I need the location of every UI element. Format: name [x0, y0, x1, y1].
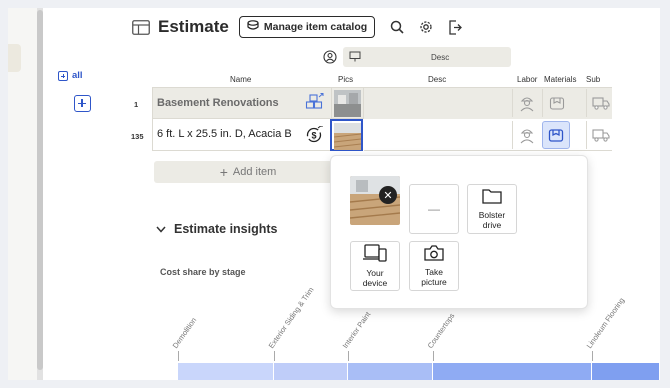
gear-icon[interactable]: [418, 19, 434, 35]
estimate-app: Estimate Manage item catalog Desc all Na…: [8, 8, 660, 380]
labor-worker-icon[interactable]: [512, 121, 540, 149]
pic-cell-selected[interactable]: [330, 119, 363, 151]
table-row[interactable]: Basement Renovations: [152, 87, 332, 119]
insights-title: Estimate insights: [174, 222, 278, 236]
manage-item-catalog-button[interactable]: Manage item catalog: [238, 16, 376, 38]
bar-segment: [178, 363, 274, 380]
person-circle-icon[interactable]: [322, 49, 338, 65]
device-icon: [363, 244, 387, 264]
dash-label: —: [428, 202, 440, 216]
bolster-drive-label-1: Bolster: [478, 210, 506, 220]
your-device-button[interactable]: Your device: [350, 241, 400, 291]
add-item-button[interactable]: + Add item: [154, 161, 342, 183]
add-row-button[interactable]: [74, 95, 91, 112]
bar-segment: [433, 363, 592, 380]
row-name: Basement Renovations: [157, 97, 279, 109]
stage-label: Interior Paint: [340, 309, 373, 350]
stage-tick: [274, 351, 275, 361]
table-icon: [132, 19, 150, 35]
take-picture-button[interactable]: Take picture: [409, 241, 459, 291]
column-header-sub[interactable]: Sub: [586, 75, 600, 84]
stage-tick: [433, 351, 434, 361]
empty-photo-tile[interactable]: —: [409, 184, 459, 234]
plus-icon: +: [219, 164, 228, 180]
chevron-down-icon: [156, 222, 166, 236]
catalog-button-label: Manage item catalog: [263, 21, 368, 33]
dollar-sync-icon[interactable]: $: [305, 124, 323, 144]
sub-truck-icon[interactable]: [586, 89, 614, 117]
add-item-label: Add item: [232, 166, 277, 178]
row-name: 6 ft. L x 25.5 in. D, Acacia B: [157, 128, 292, 140]
folder-icon: [482, 188, 502, 206]
export-icon[interactable]: [447, 19, 463, 35]
column-header-materials[interactable]: Materials: [544, 75, 576, 84]
title-row: Estimate Manage item catalog: [132, 14, 476, 40]
stage-label: Exterior Siding & Trim: [266, 285, 316, 350]
column-header-name[interactable]: Name: [230, 75, 251, 84]
row-detail-cells: [364, 87, 612, 151]
cost-share-label: Cost share by stage: [160, 267, 246, 277]
desc-header-label: Desc: [431, 52, 450, 62]
your-device-label-2: device: [362, 278, 388, 288]
take-picture-label-1: Take: [425, 267, 443, 277]
row-number: 135: [131, 132, 144, 141]
search-icon[interactable]: [389, 19, 405, 35]
bar-segment: [592, 363, 660, 380]
page-title: Estimate: [158, 17, 229, 36]
left-panel-tab[interactable]: [8, 44, 21, 72]
bar-segment: [274, 363, 348, 380]
labor-worker-icon[interactable]: [512, 89, 540, 117]
presentation-icon: [349, 51, 361, 64]
stage-label: Linoleum Flooring: [584, 295, 627, 350]
camera-icon: [424, 245, 444, 263]
bar-segment: [348, 363, 433, 380]
close-icon[interactable]: ✕: [379, 186, 397, 204]
svg-text:$: $: [311, 131, 316, 141]
basement-photo-thumbnail: [334, 90, 361, 117]
your-device-label-1: Your: [366, 268, 384, 278]
sub-truck-icon[interactable]: [586, 121, 614, 149]
stage-tick: [178, 351, 179, 361]
stage-tick: [348, 351, 349, 361]
estimate-insights-toggle[interactable]: Estimate insights: [156, 222, 278, 236]
column-header-desc[interactable]: Desc: [428, 75, 446, 84]
scrollbar-thumb[interactable]: [37, 10, 43, 370]
catalog-icon: [247, 20, 259, 34]
stage-label: Demolition: [170, 315, 199, 350]
cost-share-bar: [178, 363, 660, 380]
stage-tick: [592, 351, 593, 361]
bolster-drive-label-2: drive: [482, 220, 502, 230]
expand-all-icon: [58, 70, 68, 81]
select-all-toggle[interactable]: all: [58, 70, 83, 81]
row-number: 1: [134, 100, 139, 109]
column-header-labor[interactable]: Labor: [517, 75, 537, 84]
materials-box-icon-active[interactable]: [542, 121, 570, 149]
take-picture-label-2: picture: [421, 277, 447, 287]
all-label: all: [72, 70, 83, 81]
desc-header-tab[interactable]: Desc: [343, 47, 511, 67]
column-header-pics[interactable]: Pics: [338, 75, 353, 84]
bolster-drive-button[interactable]: Bolster drive: [467, 184, 517, 234]
stage-label: Countertops: [425, 311, 457, 350]
materials-box-icon[interactable]: [542, 89, 570, 117]
photo-picker-popover: ✕ — Bolster drive Your device Take pictu…: [330, 155, 588, 309]
boxes-icon[interactable]: [305, 93, 325, 113]
table-row[interactable]: 6 ft. L x 25.5 in. D, Acacia B $: [152, 119, 332, 151]
flooring-photo-thumbnail: [333, 123, 362, 150]
pic-cell[interactable]: [331, 87, 364, 119]
